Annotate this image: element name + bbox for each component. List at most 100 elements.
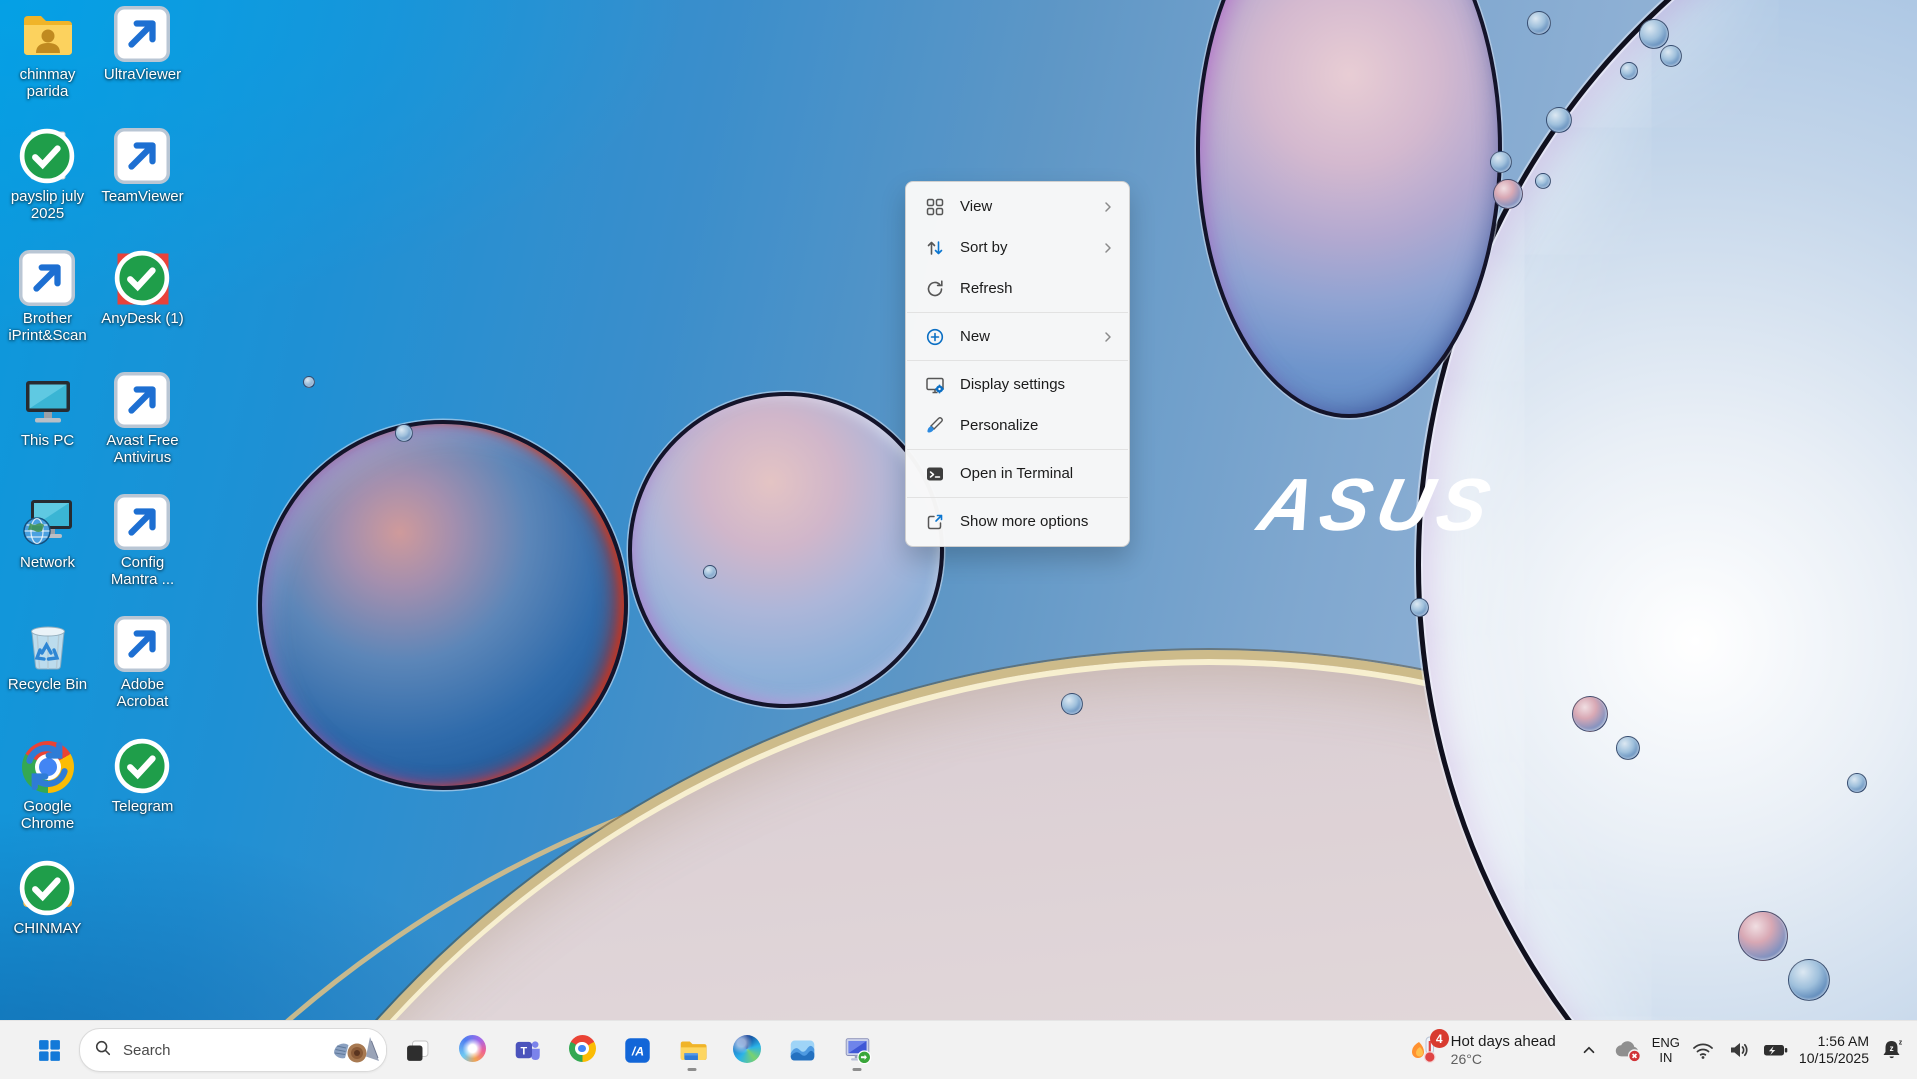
desktop-icon-label: Adobe Acrobat — [97, 676, 189, 710]
desktop-icon-telegram[interactable]: Telegram — [97, 738, 189, 860]
taskbar-teams-button[interactable]: T — [502, 1026, 552, 1074]
menu-item-new[interactable]: New — [910, 316, 1125, 357]
menu-item-label: Refresh — [960, 280, 1013, 297]
recycle-bin-icon — [19, 616, 76, 673]
menu-item-display-settings[interactable]: Display settings — [910, 364, 1125, 405]
desktop-icon-label: UltraViewer — [104, 66, 181, 83]
desktop-icon-chinmay-parida[interactable]: chinmay parida — [2, 6, 94, 128]
weather-hot-icon: 4 — [1410, 1034, 1442, 1066]
water-droplet — [1572, 696, 1608, 732]
taskbar: Search T/A 4 Hot days ahead 26°C ENGIN — [0, 1020, 1917, 1079]
desktop-icon-label: TeamViewer — [101, 188, 183, 205]
desktop-icon-avast-free-antivirus[interactable]: Avast Free Antivirus — [97, 372, 189, 494]
onedrive-error-tray-icon[interactable] — [1612, 1030, 1642, 1070]
svg-text:z: z — [1890, 1044, 1894, 1053]
menu-separator — [907, 312, 1128, 313]
water-droplet — [1493, 179, 1523, 209]
water-droplet — [1660, 45, 1682, 67]
chrome-icon — [19, 738, 76, 795]
taskbar-myasus-button[interactable]: /A — [612, 1026, 662, 1074]
shortcut-arrow-badge — [114, 494, 170, 550]
desktop-icon-recycle-bin[interactable]: Recycle Bin — [2, 616, 94, 738]
menu-separator — [907, 449, 1128, 450]
remote-desktop-icon — [843, 1036, 872, 1065]
search-placeholder: Search — [123, 1042, 171, 1059]
menu-item-label: Personalize — [960, 417, 1038, 434]
anydesk-icon — [114, 250, 171, 307]
taskbar-file-explorer-button[interactable] — [667, 1026, 717, 1074]
desktop-icon-adobe-acrobat[interactable]: Adobe Acrobat — [97, 616, 189, 738]
desktop-icon-payslip-july-2025[interactable]: Wpayslip july 2025 — [2, 128, 94, 250]
desktop-icon-brother-iprint-scan[interactable]: Brother iPrint&Scan — [2, 250, 94, 372]
notification-bell-icon[interactable]: zz — [1879, 1030, 1905, 1070]
desktop-icon-label: Brother iPrint&Scan — [2, 310, 94, 344]
wifi-icon[interactable] — [1690, 1030, 1716, 1070]
taskbar-copilot-button[interactable] — [447, 1026, 497, 1074]
onedrive-synced-badge — [114, 250, 170, 306]
taskbar-app-buttons: T/A — [392, 1026, 882, 1074]
water-droplet — [1410, 598, 1429, 617]
start-button[interactable] — [24, 1026, 74, 1074]
desktop-icon-label: Network — [20, 554, 75, 571]
this-pc-icon — [19, 372, 76, 429]
desktop-icon-label: Google Chrome — [2, 798, 94, 832]
file-explorer-icon — [678, 1036, 707, 1065]
chevron-right-icon — [1101, 330, 1115, 344]
task-view-icon — [403, 1036, 432, 1065]
water-droplet — [1847, 773, 1867, 793]
hidden-icons-chevron[interactable] — [1576, 1030, 1602, 1070]
sort-arrows-icon — [925, 238, 945, 258]
taskbar-remote-desktop-button[interactable] — [832, 1026, 882, 1074]
desktop-icon-chinmay[interactable]: XCHINMAY — [2, 860, 94, 982]
onedrive-synced-badge — [19, 860, 75, 916]
menu-item-personalize[interactable]: Personalize — [910, 405, 1125, 446]
new-plus-icon — [925, 327, 945, 347]
desktop-icon-config-mantra[interactable]: Config Mantra ... — [97, 494, 189, 616]
menu-item-view[interactable]: View — [910, 186, 1125, 227]
taskbar-photos-button[interactable] — [777, 1026, 827, 1074]
desktop-icon-teamviewer[interactable]: TeamViewer — [97, 128, 189, 250]
desktop-icon-label: AnyDesk (1) — [101, 310, 184, 327]
wallpaper-left-bubble — [258, 420, 628, 790]
desktop-icon-this-pc[interactable]: This PC — [2, 372, 94, 494]
clock[interactable]: 1:56 AM10/15/2025 — [1799, 1030, 1869, 1070]
menu-item-show-more-options[interactable]: Show more options — [910, 501, 1125, 542]
sync-in-progress-badge — [19, 738, 75, 794]
shortcut-arrow-badge — [19, 250, 75, 306]
water-droplet — [1639, 19, 1669, 49]
taskbar-right: 4 Hot days ahead 26°C ENGIN 1:56 AM10/15… — [1400, 1029, 1905, 1072]
wallpaper-center-bubble — [628, 392, 944, 708]
menu-item-label: Open in Terminal — [960, 465, 1073, 482]
search-input[interactable]: Search — [79, 1028, 387, 1072]
search-icon — [94, 1039, 112, 1062]
menu-item-label: New — [960, 328, 990, 345]
water-droplet — [395, 424, 413, 442]
menu-item-refresh[interactable]: Refresh — [910, 268, 1125, 309]
taskbar-task-view-button[interactable] — [392, 1026, 442, 1074]
edge-icon — [733, 1035, 761, 1066]
desktop-icon-label: payslip july 2025 — [2, 188, 94, 222]
desktop-icon-ultraviewer[interactable]: UltraViewer — [97, 6, 189, 128]
shortcut-arrow-badge — [114, 372, 170, 428]
water-droplet — [1616, 736, 1640, 760]
taskbar-chrome-button[interactable] — [557, 1026, 607, 1074]
volume-icon[interactable] — [1726, 1030, 1752, 1070]
teams-icon: T — [513, 1036, 542, 1065]
desktop-icon-network[interactable]: Network — [2, 494, 94, 616]
water-droplet — [703, 565, 717, 579]
taskbar-edge-button[interactable] — [722, 1026, 772, 1074]
weather-widget[interactable]: 4 Hot days ahead 26°C — [1400, 1029, 1566, 1072]
desktop-icon-anydesk-1[interactable]: AnyDesk (1) — [97, 250, 189, 372]
svg-text:z: z — [1899, 1040, 1903, 1047]
language-indicator[interactable]: ENGIN — [1652, 1030, 1680, 1070]
desktop-icon-grid: chinmay paridaWpayslip july 2025 Brother … — [0, 6, 190, 982]
weather-temperature: 26°C — [1451, 1051, 1556, 1068]
asus-logo: ASUS — [1197, 468, 1558, 542]
terminal-icon — [925, 464, 945, 484]
svg-text:T: T — [520, 1045, 527, 1057]
menu-item-open-in-terminal[interactable]: Open in Terminal — [910, 453, 1125, 494]
desktop-icon-google-chrome[interactable]: Google Chrome — [2, 738, 94, 860]
svg-text:/A: /A — [630, 1044, 643, 1058]
battery-charging-icon[interactable] — [1762, 1030, 1789, 1070]
menu-item-sort-by[interactable]: Sort by — [910, 227, 1125, 268]
